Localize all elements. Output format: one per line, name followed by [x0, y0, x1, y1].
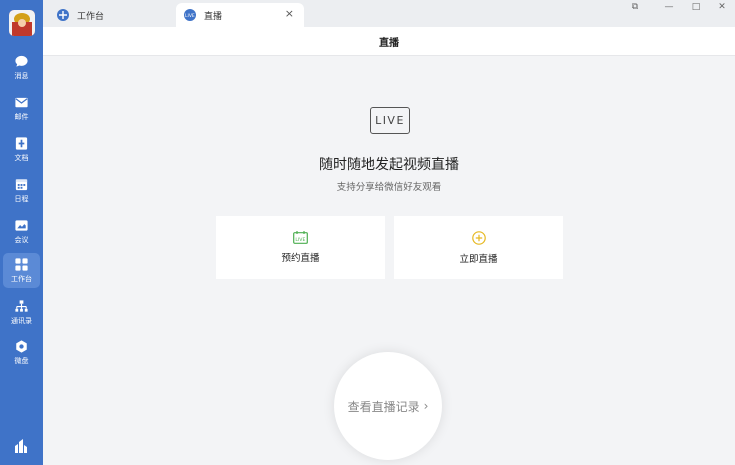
tab-label: 工作台 [77, 11, 105, 22]
start-live-label: 立即直播 [459, 253, 498, 265]
live-tab-icon: LIVE [184, 9, 196, 21]
schedule-live-icon: LIVE [293, 231, 308, 244]
sidebar-item-drive[interactable]: 微盘 [3, 335, 40, 369]
sidebar-item-label: 微盘 [14, 357, 29, 365]
meeting-icon [15, 220, 28, 231]
main-content: 直播 LIVE 随时随地发起视频直播 支持分享给微信好友观看 LIVE 预约直播… [43, 27, 735, 465]
sidebar-item-label: 日程 [14, 195, 29, 203]
sidebar-item-label: 工作台 [11, 275, 32, 283]
minimize-button[interactable]: — [659, 0, 679, 14]
sidebar-item-messages[interactable]: 消息 [3, 50, 40, 84]
tab-live[interactable]: LIVE 直播 × [176, 3, 304, 27]
sidebar-item-label: 邮件 [14, 113, 29, 121]
sidebar-item-label: 消息 [14, 72, 29, 80]
sidebar-item-contacts[interactable]: 通讯录 [3, 295, 40, 329]
view-live-history-button[interactable]: 查看直播记录 › [334, 352, 442, 460]
schedule-live-label: 预约直播 [281, 253, 320, 264]
sidebar-item-calendar[interactable]: 日程 [3, 173, 40, 207]
chevron-right-icon: › [423, 399, 429, 413]
add-circle-icon [471, 230, 486, 245]
drive-icon [16, 340, 27, 353]
maximize-button[interactable]: □ [686, 0, 706, 14]
avatar[interactable] [9, 10, 35, 36]
document-icon [15, 137, 28, 150]
start-live-button[interactable]: 立即直播 [394, 216, 563, 279]
page-title: 直播 [43, 27, 735, 56]
calendar-icon [15, 179, 28, 191]
restore-window-icon[interactable]: ⧉ [625, 0, 645, 14]
app-logo-icon[interactable] [13, 438, 29, 458]
sidebar-item-documents[interactable]: 文档 [3, 132, 40, 166]
svg-text:LIVE: LIVE [185, 13, 195, 18]
view-live-history-label: 查看直播记录 [347, 399, 420, 414]
live-badge-icon: LIVE [370, 107, 410, 134]
mail-icon [15, 97, 28, 108]
tab-label: 直播 [204, 11, 223, 22]
sidebar: 消息 邮件 文档 日程 会议 工作台 通讯录 微盘 [0, 0, 43, 465]
hero-title: 随时随地发起视频直播 [319, 157, 459, 173]
contacts-icon [15, 300, 28, 312]
sidebar-item-label: 文档 [14, 154, 29, 162]
close-window-button[interactable]: ✕ [712, 0, 732, 14]
hero-subtitle: 支持分享给微信好友观看 [336, 182, 442, 193]
svg-text:LIVE: LIVE [295, 237, 305, 243]
workbench-tab-icon [57, 9, 69, 21]
chat-icon [15, 55, 28, 67]
sidebar-item-mail[interactable]: 邮件 [3, 91, 40, 125]
close-tab-button[interactable]: × [285, 8, 294, 20]
tab-bar: 工作台 LIVE 直播 × ⧉ — □ ✕ [43, 0, 735, 27]
sidebar-item-label: 会议 [14, 236, 29, 244]
tab-workbench[interactable]: 工作台 [51, 3, 169, 27]
sidebar-item-workbench[interactable]: 工作台 [3, 253, 40, 288]
schedule-live-button[interactable]: LIVE 预约直播 [216, 216, 385, 279]
sidebar-item-label: 通讯录 [11, 317, 32, 325]
workbench-icon [15, 258, 28, 271]
sidebar-item-meeting[interactable]: 会议 [3, 214, 40, 248]
